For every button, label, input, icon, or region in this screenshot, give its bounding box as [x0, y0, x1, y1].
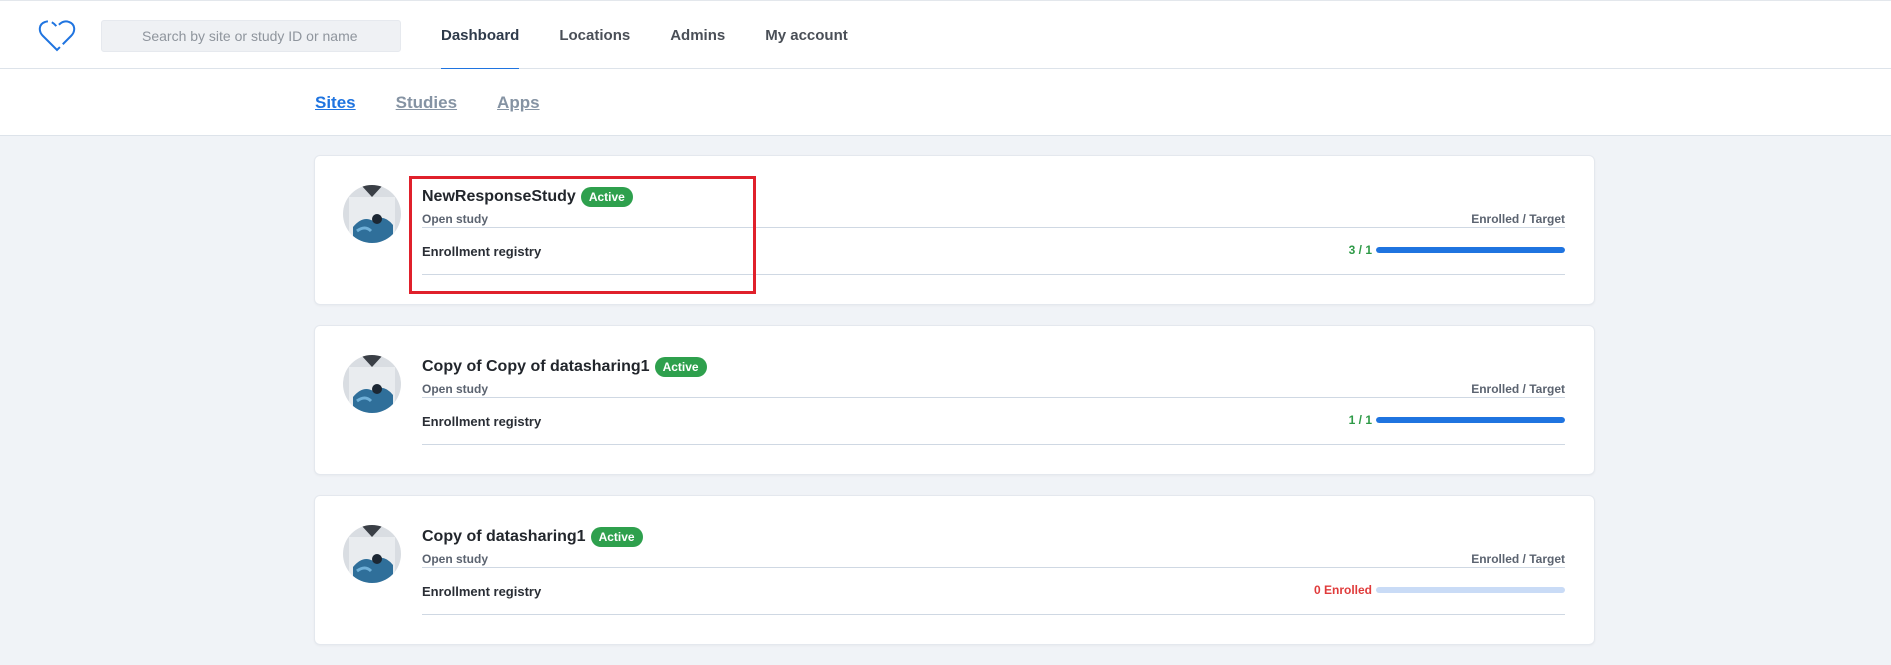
progress-fill — [1376, 247, 1565, 253]
enrollment-count: 0 Enrolled — [1313, 583, 1372, 597]
study-avatar — [343, 355, 401, 413]
enrollment-progress-bar — [1376, 587, 1565, 593]
search-input[interactable] — [102, 21, 400, 51]
study-card[interactable]: Copy of Copy of datasharing1 Active Open… — [314, 325, 1595, 475]
progress-fill — [1376, 417, 1565, 423]
study-title[interactable]: Copy of datasharing1 — [422, 528, 586, 546]
study-avatar — [343, 525, 401, 583]
sub-tab-bar: Sites Studies Apps — [0, 69, 1891, 136]
highlight-box — [409, 176, 756, 294]
nav-admins[interactable]: Admins — [670, 1, 725, 70]
search-box[interactable] — [101, 20, 401, 52]
status-badge: Active — [590, 527, 643, 547]
study-avatar — [343, 185, 401, 243]
nav-my-account[interactable]: My account — [765, 1, 848, 70]
tab-apps[interactable]: Apps — [497, 93, 540, 113]
study-card[interactable]: Copy of datasharing1 Active Open study E… — [314, 495, 1595, 645]
enrolled-target-label: Enrolled / Target — [1471, 212, 1565, 226]
divider — [422, 614, 1565, 615]
registry-name[interactable]: Enrollment registry — [422, 414, 541, 429]
study-type: Open study — [422, 552, 489, 566]
enrollment-count: 1 / 1 — [1348, 413, 1372, 427]
top-navigation-bar: Dashboard Locations Admins My account — [0, 0, 1891, 71]
tab-studies[interactable]: Studies — [396, 93, 457, 113]
heart-logo-icon[interactable] — [38, 19, 76, 53]
registry-name[interactable]: Enrollment registry — [422, 584, 541, 599]
divider — [422, 567, 1565, 568]
enrollment-progress-bar — [1376, 417, 1565, 423]
enrolled-target-label: Enrolled / Target — [1471, 382, 1565, 396]
main-nav: Dashboard Locations Admins My account — [441, 1, 888, 71]
enrolled-target-label: Enrolled / Target — [1471, 552, 1565, 566]
study-type: Open study — [422, 382, 489, 396]
enrollment-count: 3 / 1 — [1348, 243, 1372, 257]
tab-sites[interactable]: Sites — [315, 93, 356, 113]
divider — [422, 397, 1565, 398]
nav-dashboard[interactable]: Dashboard — [441, 1, 520, 71]
enrollment-progress-bar — [1376, 247, 1565, 253]
status-badge: Active — [654, 357, 707, 377]
divider — [422, 444, 1565, 445]
study-title[interactable]: Copy of Copy of datasharing1 — [422, 358, 650, 376]
nav-locations[interactable]: Locations — [559, 1, 630, 70]
